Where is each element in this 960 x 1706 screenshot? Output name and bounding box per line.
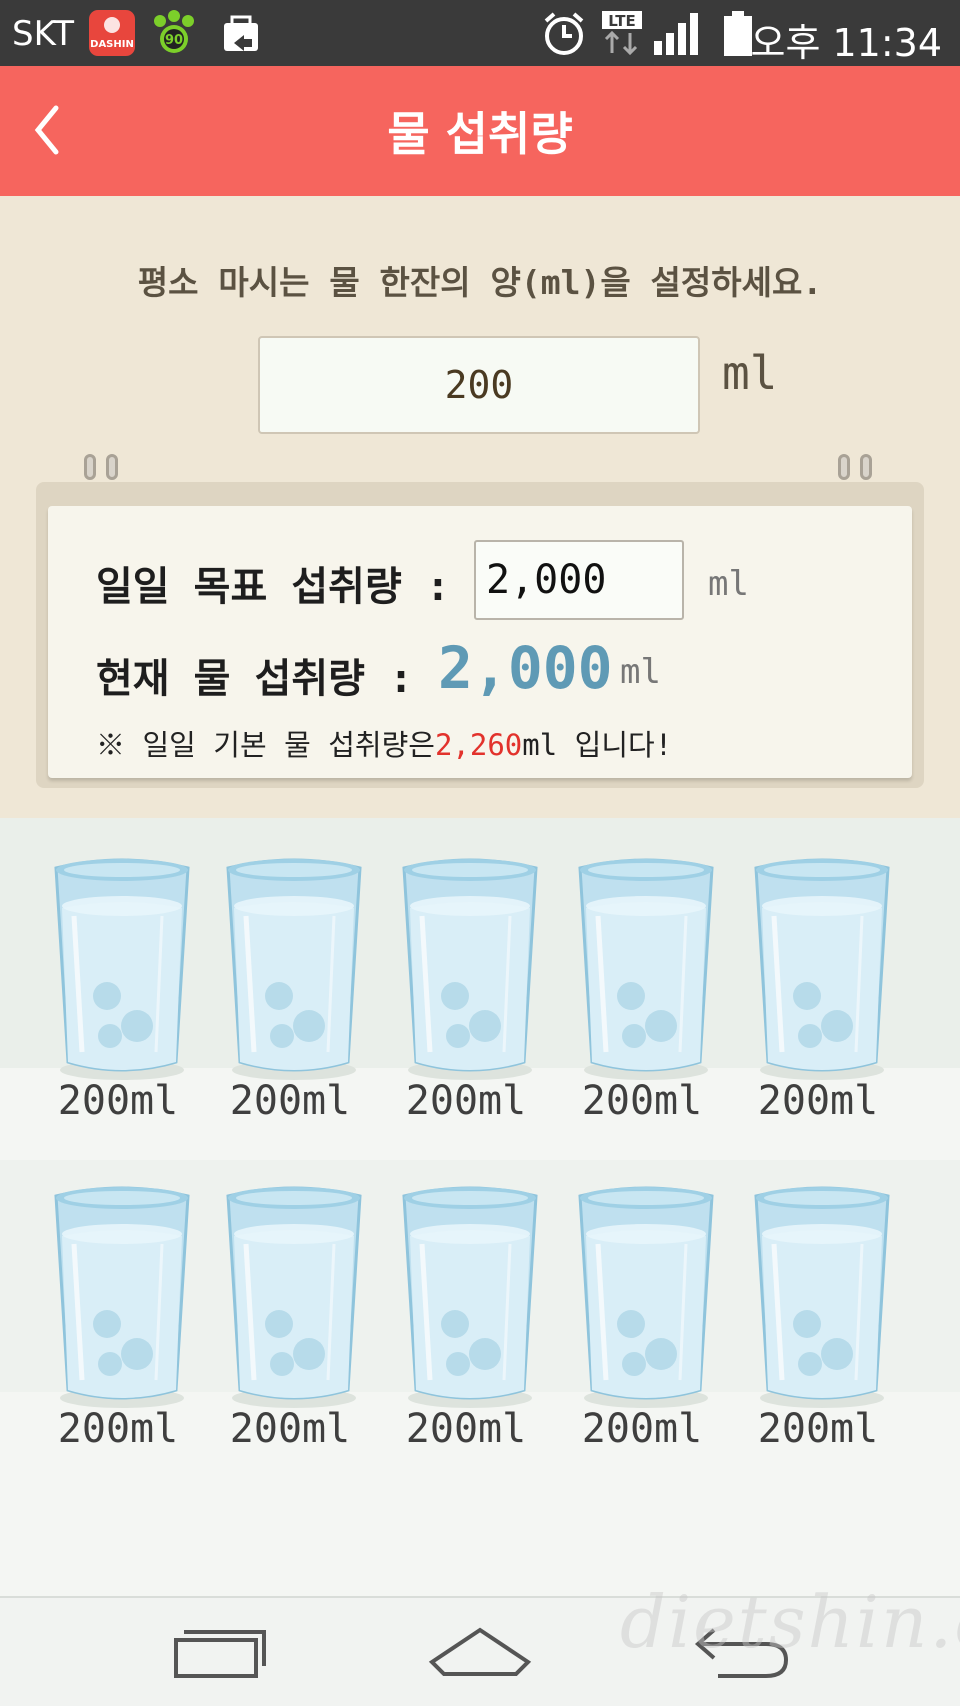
water-glass[interactable]: 200ml <box>30 1184 206 1484</box>
app-header: 물 섭취량 <box>0 66 960 196</box>
water-glass[interactable]: 200ml <box>378 856 554 1156</box>
alarm-icon <box>540 9 588 57</box>
water-glass[interactable]: 200ml <box>202 1184 378 1484</box>
glass-amount-label: 200ml <box>757 1406 879 1452</box>
svg-text:DASHIN: DASHIN <box>90 39 134 50</box>
cup-setup-prompt: 평소 마시는 물 한잔의 양(ml)을 설정하세요. <box>137 263 823 302</box>
note-suffix: ml 입니다! <box>522 728 673 762</box>
status-bar: SKT DASHIN 90 LTE 오후 11:34 <box>0 0 960 66</box>
glass-amount-label: 200ml <box>57 1406 179 1452</box>
water-glasses-grid: 200ml 200ml 200ml 200ml 200ml 200ml 200ml 200ml… <box>0 818 960 1596</box>
glass-amount-label: 200ml <box>757 1078 879 1124</box>
ring-icon <box>838 454 850 480</box>
water-glass-icon <box>402 1186 538 1408</box>
share-icon <box>218 9 266 57</box>
glass-amount-label: 200ml <box>229 1078 351 1124</box>
daily-goal-unit: ml <box>708 564 749 604</box>
carrier-label: SKT <box>12 14 75 54</box>
water-glass[interactable]: 200ml <box>730 856 906 1156</box>
glass-amount-label: 200ml <box>581 1406 703 1452</box>
page-title: 물 섭취량 <box>387 107 573 161</box>
current-intake-value: 2,000 <box>438 634 613 702</box>
recent-apps-button[interactable] <box>160 1618 280 1688</box>
svg-text:90: 90 <box>165 33 183 48</box>
glass-amount-label: 200ml <box>405 1078 527 1124</box>
daily-goal-input[interactable]: 2,000 <box>474 540 684 620</box>
status-clock: 오후 11:34 <box>750 21 942 65</box>
lte-icon: LTE <box>600 9 648 57</box>
water-glass[interactable]: 200ml <box>30 856 206 1156</box>
dashin-app-icon: DASHIN <box>88 9 136 57</box>
cup-amount-unit: ml <box>722 346 778 400</box>
water-glass-icon <box>54 1186 190 1408</box>
water-glass[interactable]: 200ml <box>730 1184 906 1484</box>
glass-amount-label: 200ml <box>229 1406 351 1452</box>
water-glass-icon <box>754 858 890 1080</box>
note-prefix: ※ 일일 기본 물 섭취량은 <box>96 728 435 762</box>
current-intake-label: 현재 물 섭취량 : <box>96 656 414 702</box>
default-intake-note: ※ 일일 기본 물 섭취량은2,260ml 입니다! <box>96 722 672 764</box>
glass-amount-label: 200ml <box>581 1078 703 1124</box>
water-glass-icon <box>226 1186 362 1408</box>
watermark-logo: dietshin.com <box>620 1580 960 1664</box>
recent-apps-icon <box>174 1630 266 1678</box>
water-glass-icon <box>754 1186 890 1408</box>
water-glass-icon <box>578 1186 714 1408</box>
home-button[interactable] <box>420 1618 540 1688</box>
cup-amount-input[interactable]: 200 <box>258 336 700 434</box>
ring-icon <box>84 454 96 480</box>
water-glass-icon <box>402 858 538 1080</box>
svg-text:LTE: LTE <box>608 12 636 30</box>
signal-icon <box>652 9 700 57</box>
home-icon <box>428 1627 532 1676</box>
water-glass[interactable]: 200ml <box>554 856 730 1156</box>
cup-setup-section: 평소 마시는 물 한잔의 양(ml)을 설정하세요. 200 ml 일일 목표 … <box>0 196 960 818</box>
glass-amount-label: 200ml <box>405 1406 527 1452</box>
daily-goal-label: 일일 목표 섭취량 : <box>96 564 450 610</box>
water-glass-icon <box>226 858 362 1080</box>
water-glass-icon <box>578 858 714 1080</box>
paw-badge-icon: 90 <box>150 9 198 57</box>
water-glass[interactable]: 200ml <box>202 856 378 1156</box>
glass-amount-label: 200ml <box>57 1078 179 1124</box>
note-value: 2,260 <box>434 728 523 762</box>
water-glass[interactable]: 200ml <box>554 1184 730 1484</box>
ring-icon <box>860 454 872 480</box>
water-glass[interactable]: 200ml <box>378 1184 554 1484</box>
intake-memo-card: 일일 목표 섭취량 : 2,000 ml 현재 물 섭취량 : 2,000 ml… <box>48 506 912 778</box>
current-intake-unit: ml <box>620 652 661 692</box>
ring-icon <box>106 454 118 480</box>
water-glass-icon <box>54 858 190 1080</box>
